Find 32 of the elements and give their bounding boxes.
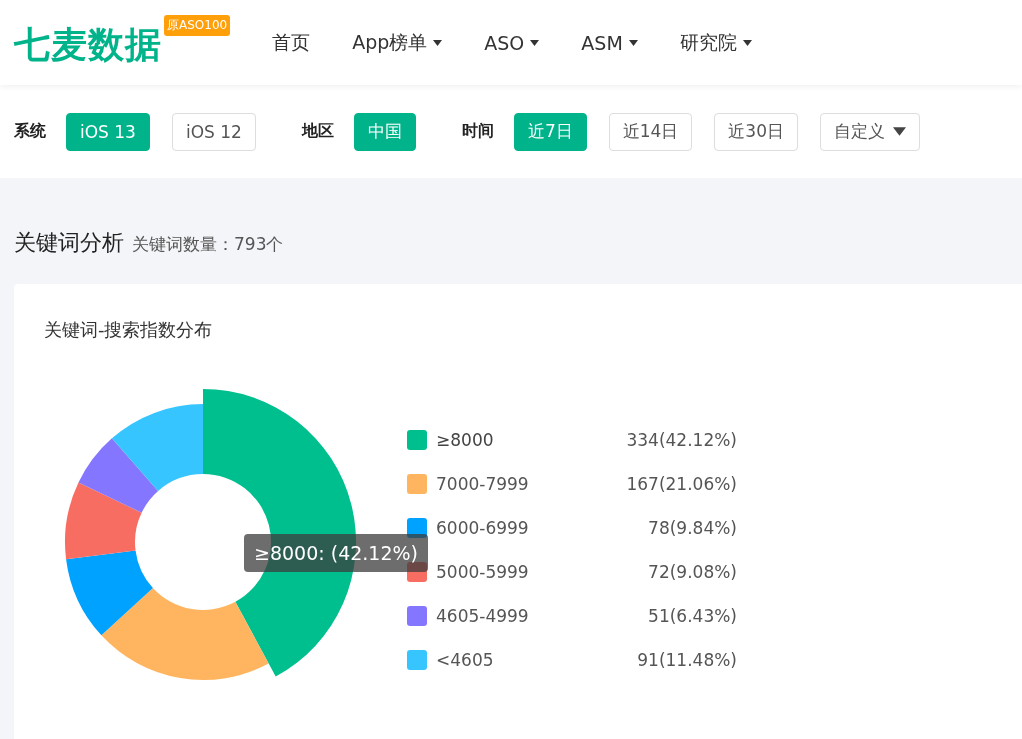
section-title: 关键词分析	[14, 229, 124, 257]
legend-label[interactable]: 7000-7999	[436, 474, 627, 494]
filter-option[interactable]: iOS 12	[171, 112, 256, 151]
legend-value: 91(11.48%)	[637, 650, 737, 670]
card-title: 关键词-搜索指数分布	[44, 318, 214, 342]
filter-label: 时间	[461, 121, 494, 142]
legend-value: 334(42.12%)	[626, 430, 737, 450]
legend-value: 78(9.84%)	[648, 518, 737, 538]
legend-label[interactable]: <4605	[436, 650, 638, 670]
nav-link[interactable]: App榜单	[352, 29, 443, 56]
filter-label: 地区	[301, 121, 334, 142]
donut-slice[interactable]	[78, 438, 159, 513]
keyword-count: 关键词数量：793个	[132, 233, 284, 256]
legend-value: 72(9.08%)	[648, 562, 737, 582]
legend-value: 167(21.06%)	[626, 474, 737, 494]
legend-label[interactable]: 4605-4999	[436, 606, 649, 626]
legend-label[interactable]: 6000-6999	[436, 518, 649, 538]
filter-option[interactable]: 自定义	[820, 112, 920, 151]
legend-label[interactable]: ≥8000	[436, 430, 627, 450]
donut-slice[interactable]	[65, 482, 142, 560]
nav-link[interactable]: 首页	[272, 29, 311, 56]
legend-value: 51(6.43%)	[648, 606, 737, 626]
chart-tooltip: ≥8000: (42.12%)	[244, 534, 428, 572]
legend-label[interactable]: 5000-5999	[436, 562, 649, 582]
logo-badge: 原ASO100	[164, 15, 231, 36]
nav-link[interactable]: ASO	[484, 31, 540, 54]
donut-slice[interactable]	[111, 404, 203, 491]
filter-option[interactable]: 近14日	[608, 112, 693, 151]
nav-link[interactable]: ASM	[581, 31, 638, 54]
nav-link[interactable]: 研究院	[679, 29, 752, 56]
filter-option[interactable]: 近30日	[714, 112, 798, 151]
filter-label: 系统	[14, 121, 46, 142]
